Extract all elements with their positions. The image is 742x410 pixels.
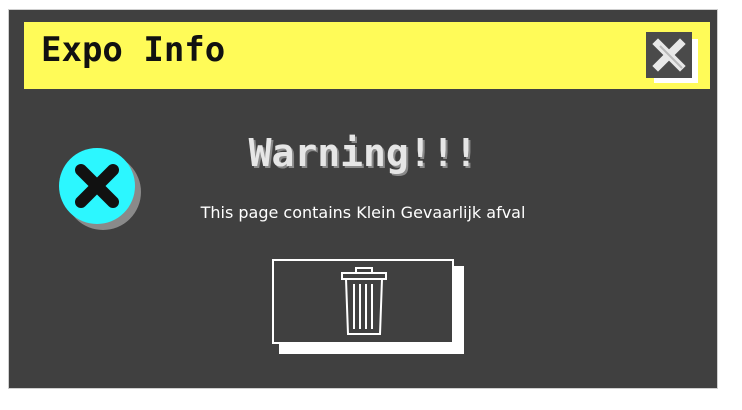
title-bar: Expo Info (24, 22, 710, 89)
close-icon (652, 38, 686, 72)
warning-heading: Warning!!! (248, 131, 478, 175)
dialog-title: Expo Info (41, 30, 226, 70)
warning-message: This page contains Klein Gevaarlijk afva… (200, 203, 526, 222)
dialog-window: Expo Info Warning!!! This page contains … (8, 9, 718, 389)
delete-button[interactable] (272, 259, 454, 344)
close-button[interactable] (646, 32, 692, 78)
trash-icon (341, 267, 387, 335)
